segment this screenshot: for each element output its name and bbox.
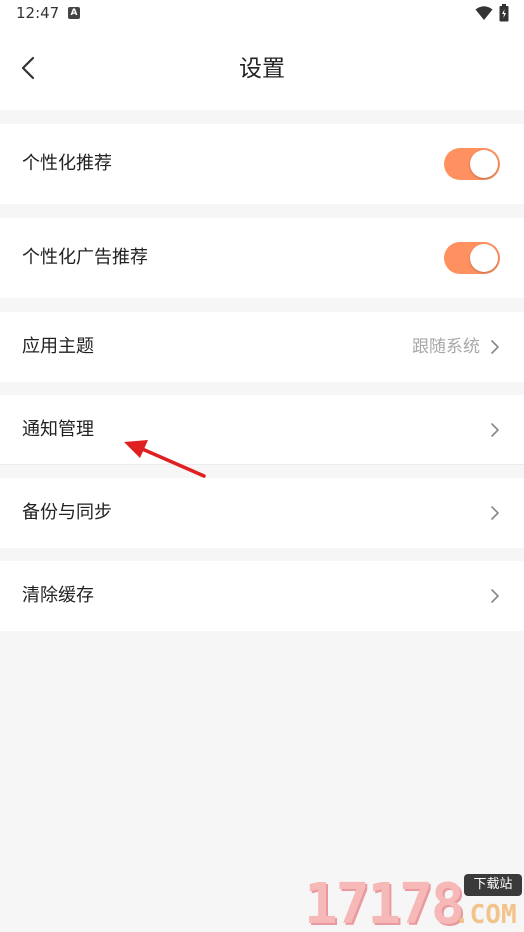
row-label: 应用主题 [22,336,94,357]
back-arrow-icon [21,56,35,80]
settings-row-app-theme[interactable]: 应用主题 跟随系统 [0,312,524,382]
annotation-arrow-icon [124,440,206,478]
chevron-right-icon [491,506,499,520]
battery-icon [499,4,509,22]
status-bar: 12:47 A [0,0,524,28]
page-title: 设置 [239,56,285,82]
settings-row-personalized-ads: 个性化广告推荐 [0,218,524,298]
watermark-suffix: .COM [454,900,517,930]
accessibility-badge-icon: A [68,7,80,19]
status-time: 12:47 [16,4,60,22]
settings-row-personalized-recommend: 个性化推荐 [0,124,524,204]
back-button[interactable] [10,50,46,86]
app-theme-value: 跟随系统 [412,337,480,357]
toggle-knob [470,244,498,272]
watermark-digits: 17178 [304,872,465,932]
chevron-right-icon [491,340,499,354]
settings-row-backup-sync[interactable]: 备份与同步 [0,478,524,548]
toggle-knob [470,150,498,178]
personalized-recommend-toggle[interactable] [444,148,500,180]
row-label: 清除缓存 [22,585,94,606]
row-label: 通知管理 [22,419,94,440]
watermark-tag: 下载站 [464,874,522,896]
divider [0,464,524,465]
settings-row-notification-manage[interactable]: 通知管理 [0,395,524,465]
chevron-right-icon [491,589,499,603]
watermark-logo: 17178 下载站 .COM [300,868,524,932]
row-label: 个性化推荐 [22,153,112,174]
header: 设置 [0,28,524,110]
row-label: 个性化广告推荐 [22,247,148,268]
chevron-right-icon [491,423,499,437]
wifi-icon [475,6,493,20]
personalized-ads-toggle[interactable] [444,242,500,274]
settings-row-clear-cache[interactable]: 清除缓存 [0,561,524,631]
row-label: 备份与同步 [22,502,112,523]
